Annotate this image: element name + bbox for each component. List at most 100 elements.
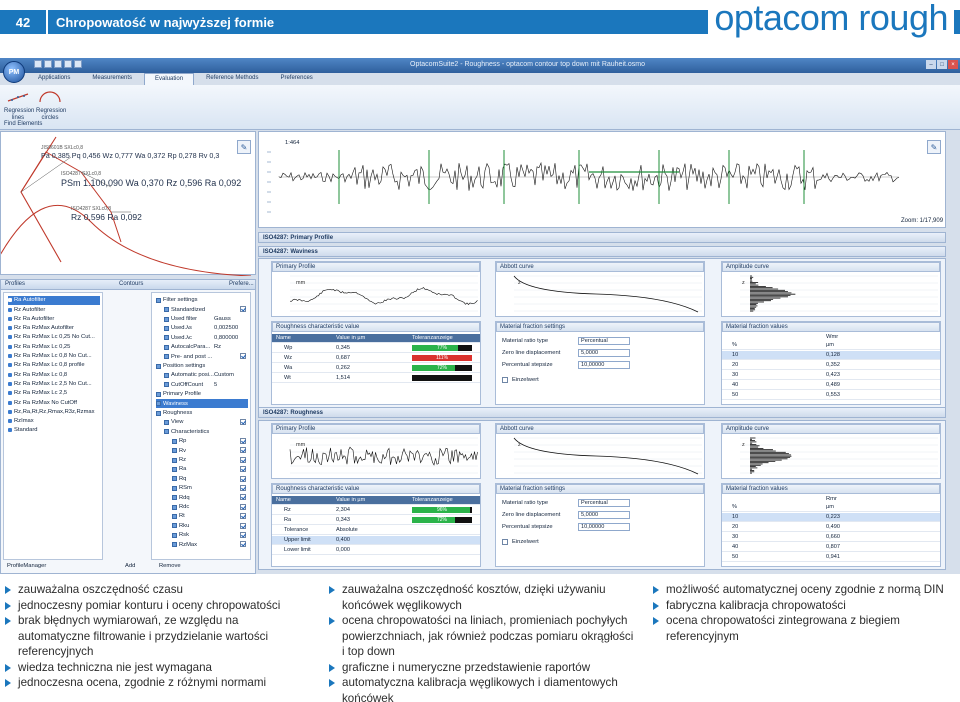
values-row[interactable]: 30 0,423 [722,371,940,380]
setting-field[interactable]: 5,0000 [578,511,630,519]
values-row[interactable]: 50 0,553 [722,391,940,400]
tab-evaluation[interactable]: Evaluation [144,73,195,85]
tab-preferences[interactable]: Preferences [270,73,322,85]
tree-item[interactable]: Ra [172,465,248,474]
setting-field[interactable]: Percentual [578,499,630,507]
setting-field[interactable]: 10,00000 [578,361,630,369]
values-row[interactable]: 50 0,941 [722,553,940,562]
values-row[interactable]: 30 0,660 [722,533,940,542]
app-logo-button[interactable]: PM [3,61,25,83]
profile-list-item[interactable]: Rz Ra RzMax Lc 0,25 [8,343,70,352]
qat-open-icon[interactable] [44,60,52,68]
values-row[interactable]: 20 0,352 [722,361,940,370]
tree-checkbox[interactable] [240,503,246,510]
tree-item[interactable]: View [164,418,248,427]
tree-item[interactable]: RSm [172,484,248,493]
tree-item[interactable]: Standardized [164,305,248,314]
profile-list-item[interactable]: Rz Autofilter [8,305,45,314]
maximize-button[interactable]: □ [937,60,947,69]
tree-checkbox[interactable] [240,494,246,501]
tree-item[interactable]: RzMax [172,540,248,549]
minimize-button[interactable]: – [926,60,936,69]
profile-list-item[interactable]: Rz,Ra,Rt,Rz,Rmax,R3z,Rzmax [8,408,95,417]
tree-item[interactable]: Position settings [156,362,248,371]
annotation-box[interactable]: ISO4287 SXLc0,8 PSm 1.100,090 Wa 0,370 Rz… [61,171,241,188]
tree-item[interactable]: Used.λs 0,002500 [164,324,248,333]
table-row[interactable]: Rz 2,304 96% [272,506,480,515]
tab-contours[interactable]: Contours [119,281,143,287]
table-row[interactable]: Tolerance Absolute [272,526,480,535]
profile-list-item[interactable]: RzImax [8,417,34,426]
qat-new-icon[interactable] [34,60,42,68]
table-row[interactable]: Wt 1,514 [272,374,480,383]
tree-item[interactable]: Roughness [156,409,248,418]
tree-item[interactable]: Rku [172,522,248,531]
tree-item[interactable]: Rt [172,512,248,521]
tree-item[interactable]: AutocalcPara... Rz [164,343,248,352]
tree-checkbox[interactable] [240,438,246,444]
values-row[interactable]: 10 0,223 [722,513,940,522]
values-row[interactable]: 20 0,490 [722,523,940,532]
profile-manager-button[interactable]: ProfileManager [7,563,46,569]
table-row[interactable]: Wp 0,345 77% [272,344,480,353]
tab-measurements[interactable]: Measurements [82,73,142,85]
qat-print-icon[interactable] [64,60,72,68]
tree-item[interactable]: Rv [172,446,248,455]
profile-list-item[interactable]: Rz Ra RzMax Lc 0,25 No Cut... [8,333,95,342]
tree-item[interactable]: Filter settings [156,296,248,305]
tree-item[interactable]: Used filter Gauss [164,315,248,324]
annotation-box[interactable]: ISO4287 SXLc0,8 Rz 0,596 Ra 0,092 [71,206,142,223]
tree-checkbox[interactable] [240,522,246,529]
tree-checkbox[interactable] [240,447,246,454]
tree-checkbox[interactable] [240,306,246,313]
profile-list-item[interactable]: Standard [8,426,38,435]
table-row[interactable]: Wa 0,262 72% [272,364,480,373]
profile-list-item[interactable]: Rz Ra RzMax Lc 0,8 No Cut... [8,352,92,361]
tree-item[interactable]: CutOffCount 5 [164,381,248,390]
regression-lines-button[interactable]: Regression lines [4,91,34,122]
profile-list-item[interactable]: Rz Ra RzMax Autofilter [8,324,74,333]
tree-item[interactable]: Waviness [156,399,248,408]
profile-list-item[interactable]: Rz Ra Autofilter [8,315,54,324]
tree-item[interactable]: Rz [172,456,248,465]
values-row[interactable]: 40 0,489 [722,381,940,390]
tab-applications[interactable]: Applications [28,73,80,85]
einzelwert-checkbox[interactable] [502,539,508,545]
profile-list-item[interactable]: Rz Ra RzMax Lc 0,8 profile [8,361,85,370]
remove-button[interactable]: Remove [159,563,181,569]
tree-checkbox[interactable] [240,541,246,548]
close-button[interactable]: × [948,60,958,69]
section-primary-profile[interactable]: ISO4287: Primary Profile [258,232,946,243]
add-button[interactable]: Add [125,563,135,569]
tree-checkbox[interactable] [240,485,246,491]
values-row[interactable]: 10 0,128 [722,351,940,360]
tree-checkbox[interactable] [240,419,246,426]
tree-item[interactable]: Used.λc 0,800000 [164,334,248,343]
tab-preferences[interactable]: Prefere... [229,281,254,287]
table-row[interactable]: Upper limit 0,400 [272,536,480,545]
tree-item[interactable]: Rp [172,437,248,446]
tree-checkbox[interactable] [240,513,246,520]
pane-settings-icon[interactable]: ✎ [237,140,251,154]
overview-settings-icon[interactable]: ✎ [927,140,941,154]
tab-reference-methods[interactable]: Reference Methods [196,73,268,85]
profile-list-item[interactable]: Rz Ra RzMax Lc 0,8 [8,370,67,379]
regression-circles-button[interactable]: Regression circles [36,91,66,122]
tree-item[interactable]: Automatic posi... Custom [164,371,248,380]
tree-checkbox[interactable] [240,456,246,463]
tree-item[interactable]: Pre- and post ... [164,352,248,361]
table-row[interactable]: Ra 0,343 72% [272,516,480,525]
profile-list-item[interactable]: Rz Ra RzMax Lc 2,5 No Cut... [8,380,92,389]
tree-item[interactable]: Rsk [172,531,248,540]
tree-checkbox[interactable] [240,475,246,482]
section-waviness[interactable]: ISO4287: Waviness [258,246,946,257]
section-roughness[interactable]: ISO4287: Roughness [258,407,946,418]
values-row[interactable]: 40 0,807 [722,543,940,552]
annotation-box[interactable]: JIS0601B SXLc0,8 Pa 0,385 Pq 0,456 Wz 0,7… [41,145,219,160]
tree-item[interactable]: Rdc [172,503,248,512]
table-row[interactable]: Wz 0,687 111% [272,354,480,363]
tree-checkbox[interactable] [240,353,246,360]
tree-item[interactable]: Primary Profile [156,390,248,399]
tree-item[interactable]: Characteristics [164,428,248,437]
profile-list-item[interactable]: Rz Ra RzMax No CutOff [8,398,77,407]
